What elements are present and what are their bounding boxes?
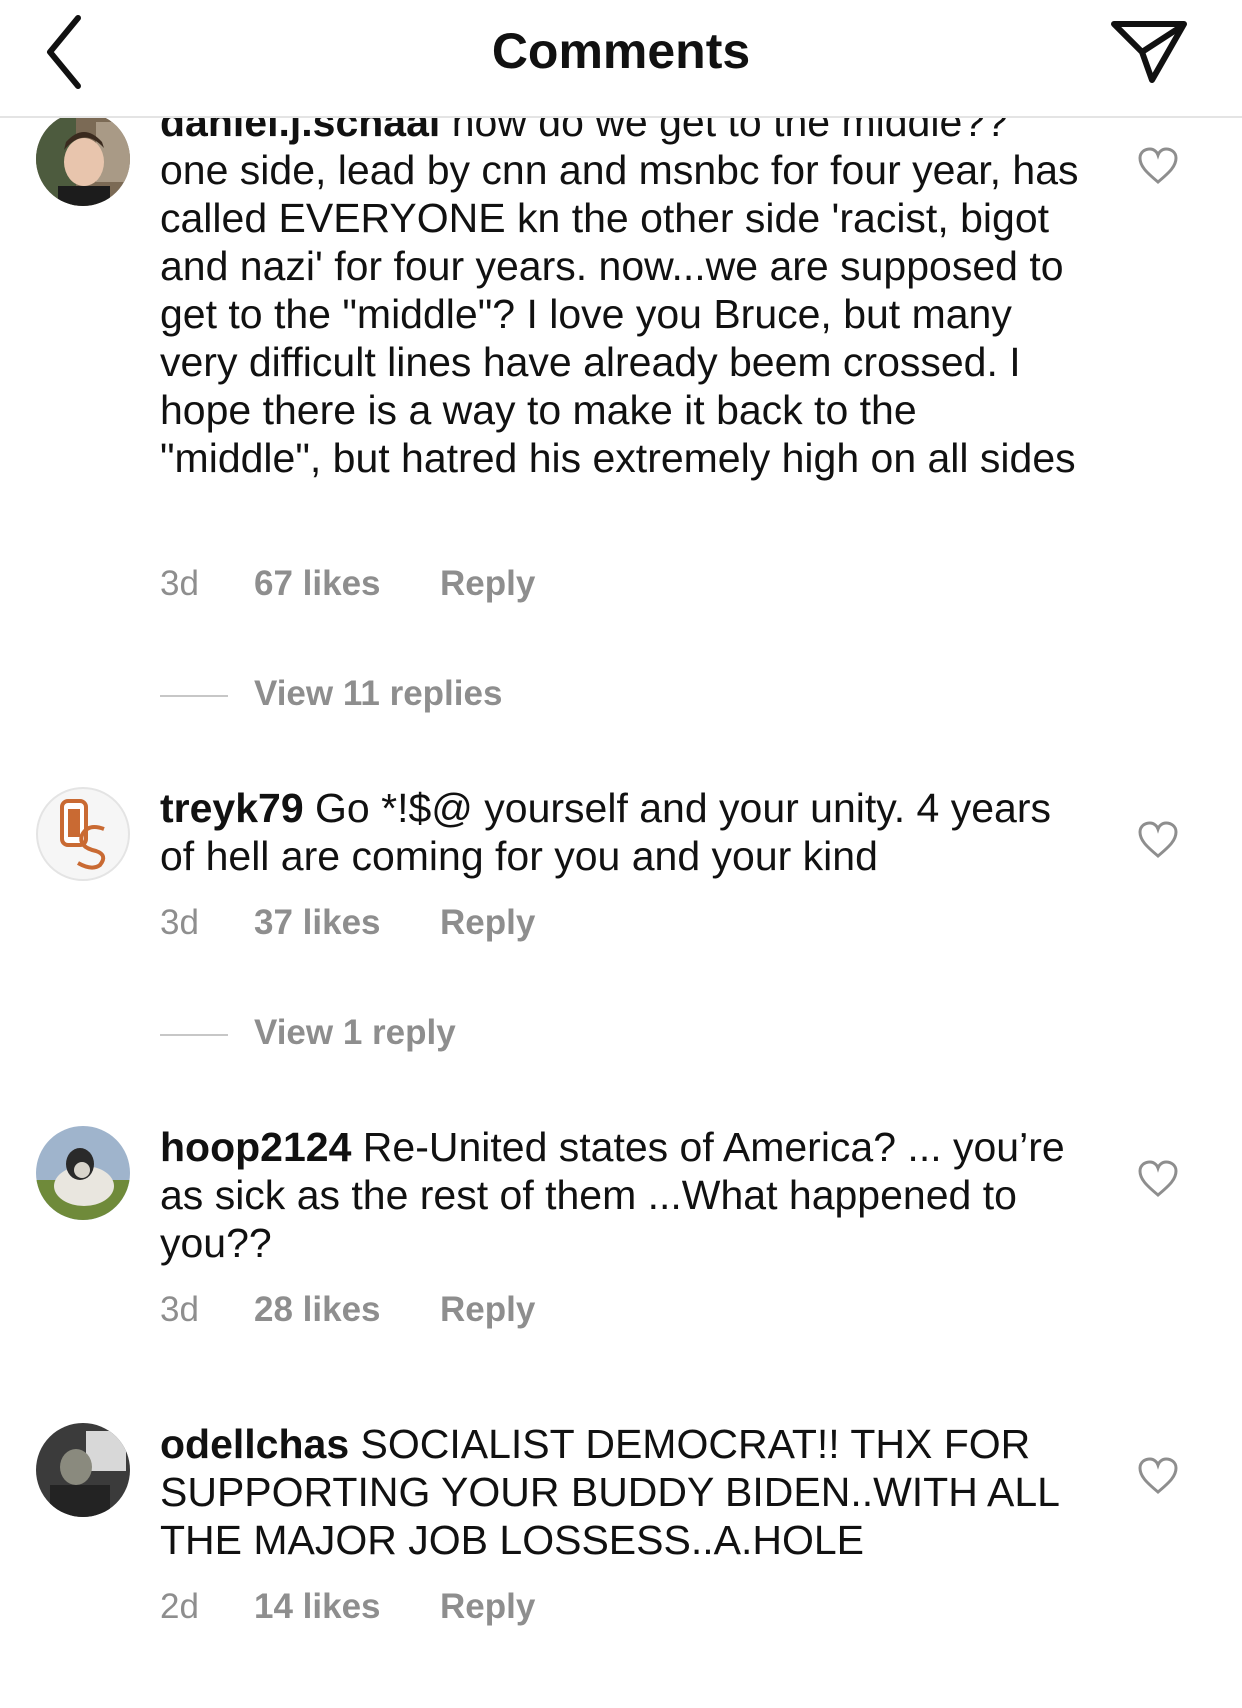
comment-time: 2d — [160, 1587, 199, 1626]
comment-likes[interactable]: 28 likes — [254, 1290, 440, 1330]
reply-button[interactable]: Reply — [440, 564, 535, 604]
avatar[interactable] — [36, 112, 130, 206]
comment-username[interactable]: hoop2124 — [160, 1124, 351, 1170]
comment-likes[interactable]: 67 likes — [254, 564, 440, 604]
heart-icon — [1138, 147, 1178, 184]
comment-time: 3d — [160, 564, 199, 603]
comment-meta: 3d 37 likes Reply — [160, 903, 535, 943]
comment-time: 3d — [160, 903, 199, 942]
like-button[interactable] — [1136, 820, 1180, 860]
comment-text: daniel.j.schaal how do we get to the mid… — [160, 98, 1080, 482]
comment-text: odellchas SOCIALIST DEMOCRAT!! THX FOR S… — [160, 1420, 1080, 1564]
heart-icon — [1138, 821, 1178, 858]
comment-username[interactable]: treyk79 — [160, 785, 304, 831]
os-logo — [60, 799, 106, 870]
view-replies-label: View 1 reply — [254, 1013, 456, 1052]
reply-button[interactable]: Reply — [440, 1290, 535, 1330]
share-button[interactable] — [1108, 16, 1192, 88]
heart-icon — [1138, 1160, 1178, 1197]
like-button[interactable] — [1136, 146, 1180, 186]
heart-icon — [1138, 1457, 1178, 1494]
header-bar: Comments — [0, 0, 1242, 118]
comment-time: 3d — [160, 1290, 199, 1329]
comment-meta: 3d 28 likes Reply — [160, 1290, 535, 1330]
view-replies-button[interactable]: View 11 replies — [160, 674, 502, 714]
avatar[interactable] — [36, 1423, 130, 1517]
avatar[interactable] — [36, 1126, 130, 1220]
avatar[interactable] — [36, 787, 130, 881]
comment-username[interactable]: odellchas — [160, 1421, 349, 1467]
page-title: Comments — [491, 23, 751, 79]
like-button[interactable] — [1136, 1159, 1180, 1199]
replies-divider — [160, 1033, 228, 1036]
view-replies-button[interactable]: View 1 reply — [160, 1013, 456, 1053]
comment-text: hoop2124 Re-United states of America? ..… — [160, 1123, 1080, 1267]
comment-text: treyk79 Go *!$@ yourself and your unity.… — [160, 784, 1080, 880]
like-button[interactable] — [1136, 1456, 1180, 1496]
comment-likes[interactable]: 37 likes — [254, 903, 440, 943]
comment-likes[interactable]: 14 likes — [254, 1587, 440, 1627]
reply-button[interactable]: Reply — [440, 1587, 535, 1627]
reply-button[interactable]: Reply — [440, 903, 535, 943]
view-replies-label: View 11 replies — [254, 674, 503, 713]
comment-body: how do we get to the middle?? one side, … — [160, 99, 1079, 481]
replies-divider — [160, 694, 228, 697]
paper-plane-icon — [1111, 21, 1187, 83]
comment-meta: 2d 14 likes Reply — [160, 1587, 535, 1627]
comment-meta: 3d 67 likes Reply — [160, 564, 535, 604]
